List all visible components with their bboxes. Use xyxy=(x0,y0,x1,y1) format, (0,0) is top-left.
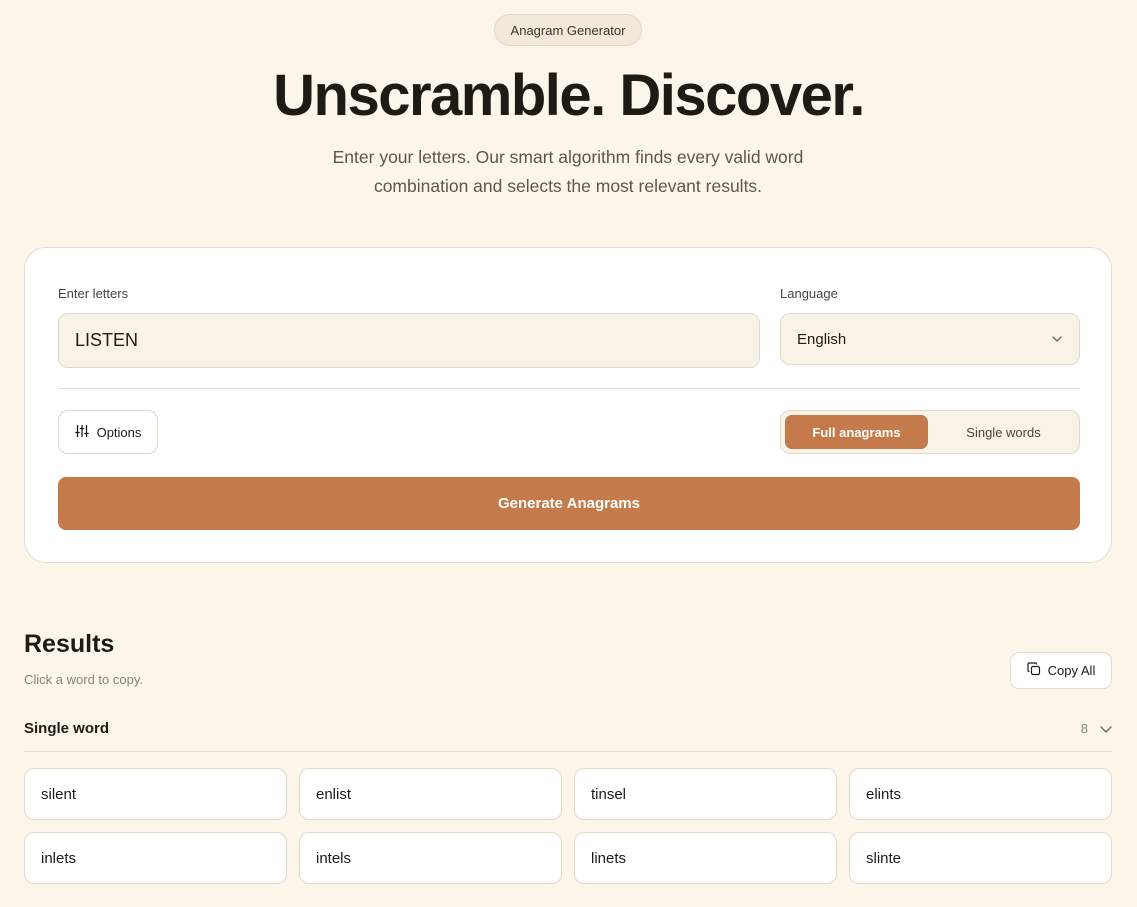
results-subtitle: Click a word to copy. xyxy=(24,672,143,687)
language-label: Language xyxy=(780,286,838,301)
copy-icon xyxy=(1027,662,1041,679)
mode-toggle: Full anagrams Single words xyxy=(780,410,1080,454)
word-card[interactable]: intels xyxy=(299,832,562,884)
mode-full-anagrams[interactable]: Full anagrams xyxy=(785,415,928,449)
page-title: Unscramble. Discover. xyxy=(273,63,865,128)
mode-single-words[interactable]: Single words xyxy=(932,415,1075,449)
word-card[interactable]: slinte xyxy=(849,832,1112,884)
options-label: Options xyxy=(96,424,142,440)
word-card[interactable]: elints xyxy=(849,768,1112,820)
word-card[interactable]: tinsel xyxy=(574,768,837,820)
badge-pill: Anagram Generator xyxy=(494,14,642,46)
input-card: Enter letters Language English xyxy=(24,247,1112,563)
letters-label: Enter letters xyxy=(58,286,129,301)
chevron-down-icon xyxy=(1100,721,1112,736)
copy-all-button[interactable]: Copy All xyxy=(1010,652,1112,689)
group-title: Single word xyxy=(24,720,110,737)
group-meta: 8 xyxy=(1081,721,1112,736)
language-select[interactable]: English xyxy=(780,313,1080,365)
word-card[interactable]: linets xyxy=(574,832,837,884)
options-button[interactable]: Options xyxy=(58,410,158,454)
group-count: 8 xyxy=(1080,721,1088,736)
page: Anagram Generator Unscramble. Discover. … xyxy=(0,0,1137,907)
chevron-down-icon xyxy=(1051,333,1063,345)
word-grid: silent enlist tinsel elints inlets intel… xyxy=(24,768,1112,884)
page-subtitle: Enter your letters. Our smart algorithm … xyxy=(332,147,804,196)
results-title: Results xyxy=(24,630,115,658)
divider xyxy=(58,388,1080,389)
word-card[interactable]: enlist xyxy=(299,768,562,820)
letters-input[interactable] xyxy=(58,313,760,368)
word-card[interactable]: inlets xyxy=(24,832,287,884)
generate-button[interactable]: Generate Anagrams xyxy=(58,477,1080,530)
word-card[interactable]: silent xyxy=(24,768,287,820)
copy-all-label: Copy All xyxy=(1047,663,1096,678)
sliders-icon xyxy=(74,424,89,441)
language-value: English xyxy=(797,330,847,348)
group-header-single-word[interactable]: Single word 8 xyxy=(24,706,1112,752)
